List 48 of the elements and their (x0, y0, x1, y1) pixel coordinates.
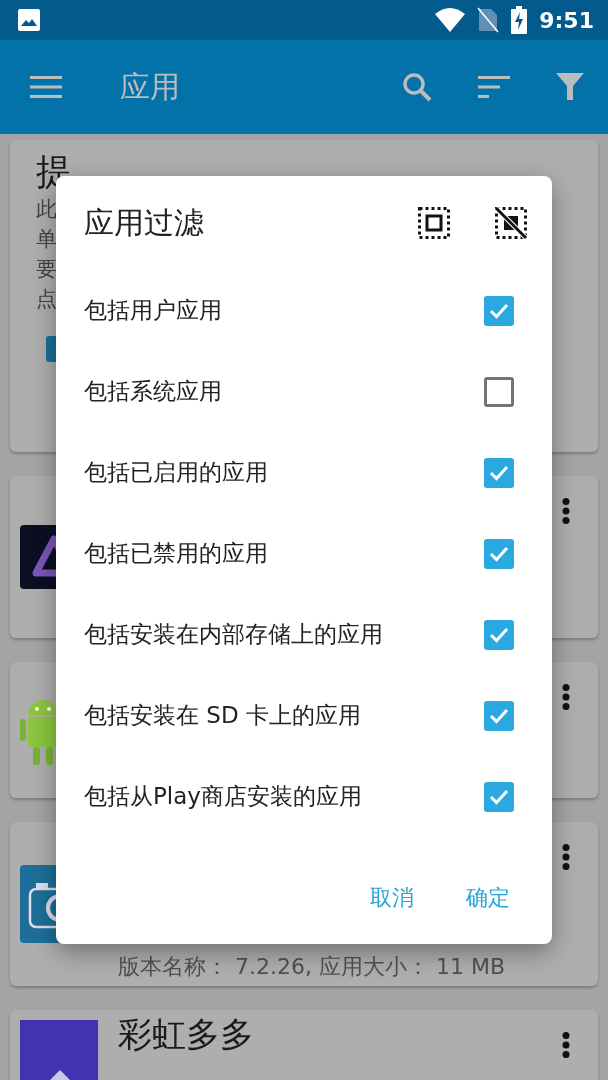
deselect-all-icon[interactable] (494, 206, 528, 240)
dialog-title: 应用过滤 (84, 203, 205, 242)
search-icon[interactable] (402, 72, 432, 102)
more-icon[interactable] (562, 844, 570, 870)
check-icon (489, 302, 509, 319)
checkbox[interactable] (484, 700, 514, 731)
tip-text: 单 (36, 226, 57, 253)
option-label: 包括安装在 SD 卡上的应用 (84, 701, 362, 730)
no-sim-icon (477, 7, 500, 33)
checkbox[interactable] (484, 295, 514, 326)
tip-text: 要 (36, 256, 57, 283)
app-name: 彩虹多多 (118, 1013, 254, 1056)
tip-text: 此 (36, 196, 57, 223)
app-info: 版本名称： 7.2.26, 应用大小： 11 MB (118, 953, 505, 981)
select-all-icon[interactable] (418, 207, 450, 239)
app-icon (20, 525, 56, 589)
option-label: 包括用户应用 (84, 296, 223, 325)
app-icon (20, 1020, 98, 1080)
checkbox[interactable] (484, 457, 514, 488)
option-label: 包括已启用的应用 (84, 458, 269, 487)
more-icon[interactable] (562, 684, 570, 710)
check-icon (489, 788, 509, 805)
page-title: 应用 (120, 67, 181, 106)
clock: 9:51 (539, 7, 594, 33)
check-icon (489, 545, 509, 562)
wifi-icon (435, 8, 466, 32)
more-icon[interactable] (562, 1032, 570, 1058)
image-icon (18, 9, 40, 31)
check-icon (489, 464, 509, 481)
check-icon (489, 626, 509, 643)
app-card[interactable]: 彩虹多多 (10, 1010, 598, 1080)
sort-icon[interactable] (478, 76, 510, 98)
battery-charging-icon (511, 6, 528, 34)
checkbox[interactable] (484, 538, 514, 569)
menu-icon[interactable] (30, 76, 62, 98)
checkbox[interactable] (484, 619, 514, 650)
more-icon[interactable] (562, 498, 570, 524)
cancel-button[interactable]: 取消 (368, 877, 416, 919)
option-label: 包括已禁用的应用 (84, 539, 269, 568)
checkbox[interactable] (484, 781, 514, 812)
option-label: 包括系统应用 (84, 377, 223, 406)
option-label: 包括安装在内部存储上的应用 (84, 620, 384, 649)
check-icon (489, 707, 509, 724)
option-label: 包括从Play商店安装的应用 (84, 782, 363, 811)
checkbox[interactable] (484, 376, 514, 407)
ok-button[interactable]: 确定 (464, 877, 512, 919)
tip-text: 点 (36, 286, 57, 313)
filter-icon[interactable] (556, 73, 584, 101)
